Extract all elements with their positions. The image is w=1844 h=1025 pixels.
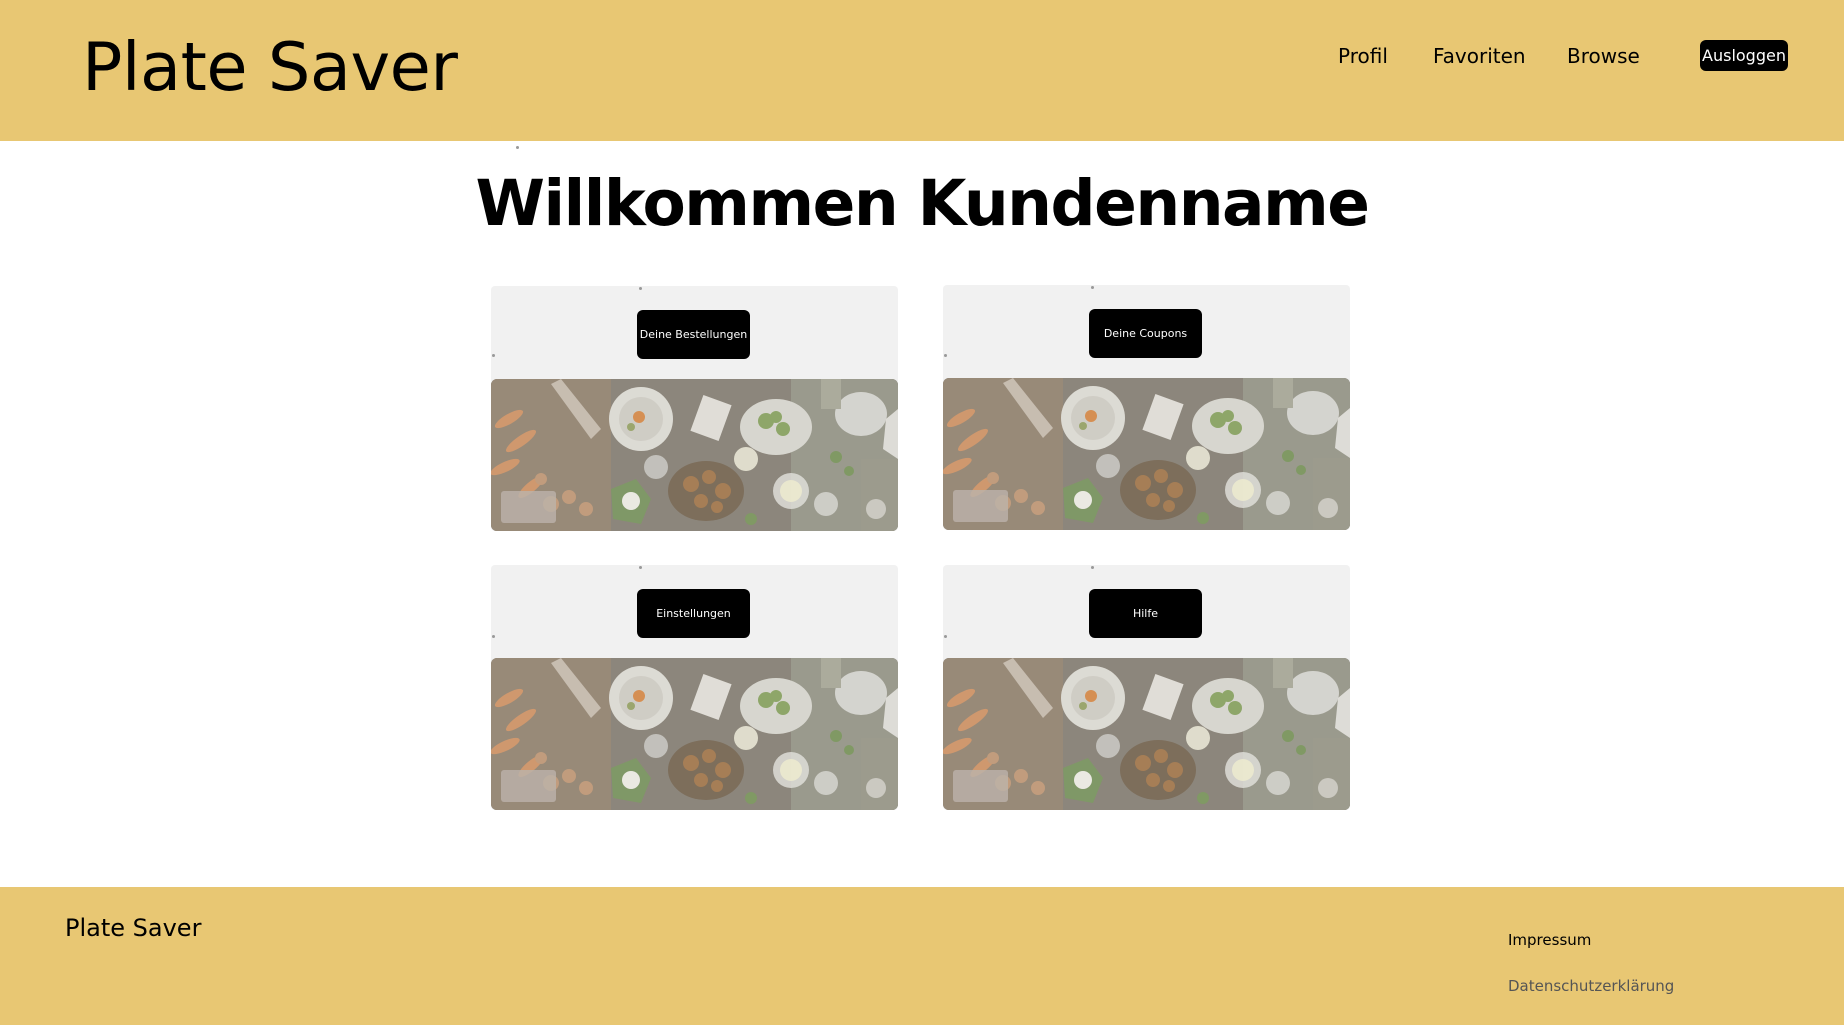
decorative-dot bbox=[1091, 286, 1094, 289]
decorative-dot bbox=[516, 146, 519, 149]
food-table-photo bbox=[943, 658, 1350, 810]
decorative-dot bbox=[492, 354, 495, 357]
decorative-dot bbox=[1091, 566, 1094, 569]
site-footer: Plate Saver Impressum Datenschutzerkläru… bbox=[0, 887, 1844, 1025]
decorative-dot bbox=[639, 566, 642, 569]
card-orders: Deine Bestellungen bbox=[491, 286, 898, 531]
coupons-button[interactable]: Deine Coupons bbox=[1089, 309, 1202, 358]
page-title: Willkommen Kundenname bbox=[475, 167, 1370, 240]
brand-logo[interactable]: Plate Saver bbox=[82, 34, 458, 101]
footer-link-impressum[interactable]: Impressum bbox=[1508, 931, 1591, 949]
food-table-photo bbox=[491, 379, 898, 531]
help-button[interactable]: Hilfe bbox=[1089, 589, 1202, 638]
food-table-photo bbox=[491, 658, 898, 810]
card-coupons: Deine Coupons bbox=[943, 285, 1350, 530]
nav-link-profil[interactable]: Profil bbox=[1338, 44, 1388, 68]
food-table-photo bbox=[943, 378, 1350, 530]
footer-link-datenschutz[interactable]: Datenschutzerklärung bbox=[1508, 977, 1674, 995]
decorative-dot bbox=[944, 635, 947, 638]
decorative-dot bbox=[492, 635, 495, 638]
card-settings: Einstellungen bbox=[491, 565, 898, 810]
logout-button[interactable]: Ausloggen bbox=[1700, 40, 1788, 71]
card-help: Hilfe bbox=[943, 565, 1350, 810]
footer-brand: Plate Saver bbox=[65, 914, 202, 942]
orders-button[interactable]: Deine Bestellungen bbox=[637, 310, 750, 359]
decorative-dot bbox=[639, 287, 642, 290]
site-header: Plate Saver Profil Favoriten Browse Ausl… bbox=[0, 0, 1844, 141]
nav-link-browse[interactable]: Browse bbox=[1567, 44, 1640, 68]
decorative-dot bbox=[944, 354, 947, 357]
settings-button[interactable]: Einstellungen bbox=[637, 589, 750, 638]
nav-link-favoriten[interactable]: Favoriten bbox=[1433, 44, 1526, 68]
